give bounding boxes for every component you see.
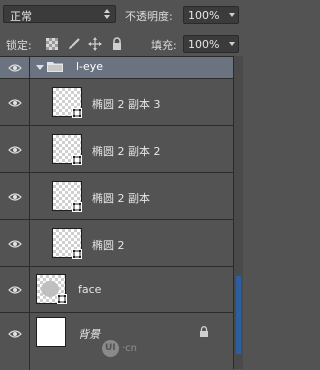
layers-panel: 正常 不透明度: 100% 锁定: 填充: 100% l-eye 椭圆 2 副本… — [0, 0, 243, 370]
lock-move-icon[interactable] — [88, 37, 102, 51]
shape-badge-icon — [72, 249, 82, 259]
eye-column-divider — [29, 57, 30, 78]
fill-label: 填充: — [151, 39, 177, 52]
layer-name: face — [78, 283, 102, 296]
layer-name: 椭圆 2 副本 3 — [92, 98, 161, 111]
layer-thumbnail — [36, 317, 66, 347]
opacity-value: 100% — [188, 9, 220, 22]
eye-icon[interactable] — [8, 239, 22, 249]
eye-icon[interactable] — [8, 192, 22, 202]
layer-row[interactable]: 椭圆 2 副本 3 — [0, 79, 233, 126]
watermark-logo: UI — [102, 340, 119, 357]
lock-icon — [200, 326, 208, 337]
chevron-down-icon[interactable] — [36, 65, 44, 70]
lock-fill-row: 锁定: 填充: 100% — [0, 32, 243, 56]
layer-name: 椭圆 2 副本 — [92, 192, 150, 205]
eye-icon[interactable] — [8, 145, 22, 155]
folder-icon — [47, 62, 63, 72]
layer-row[interactable]: 椭圆 2 副本 2 — [0, 126, 233, 173]
blend-mode-select[interactable]: 正常 — [3, 5, 116, 23]
chevron-updown-icon — [104, 9, 110, 19]
shape-badge-icon — [72, 202, 82, 212]
shape-badge-icon — [57, 294, 67, 304]
layer-name: 椭圆 2 — [92, 239, 125, 252]
layer-name: 背景 — [78, 328, 100, 341]
lock-all-icon[interactable] — [110, 37, 124, 51]
eye-icon[interactable] — [8, 285, 22, 295]
eye-column-divider — [29, 267, 30, 312]
opacity-label: 不透明度: — [125, 10, 173, 23]
layer-row[interactable]: 椭圆 2 副本 — [0, 173, 233, 220]
shape-badge-icon — [72, 108, 82, 118]
watermark-text: ·cn — [122, 343, 138, 354]
eye-column-divider — [29, 313, 30, 370]
scrollbar-accent[interactable] — [236, 276, 241, 354]
dropdown-arrow-icon[interactable] — [229, 13, 235, 17]
fill-field[interactable]: 100% — [183, 35, 239, 53]
layer-row[interactable]: face — [0, 267, 233, 313]
layer-name: 椭圆 2 副本 2 — [92, 145, 161, 158]
eye-column-divider — [29, 173, 30, 219]
layer-row[interactable]: 椭圆 2 — [0, 220, 233, 267]
dropdown-arrow-icon[interactable] — [229, 42, 235, 46]
lock-transparent-icon[interactable] — [45, 37, 59, 51]
fill-value: 100% — [188, 38, 220, 51]
blend-mode-value: 正常 — [10, 10, 32, 23]
shape-badge-icon — [72, 155, 82, 165]
layer-group-row[interactable]: l-eye — [0, 57, 233, 79]
layers-list: l-eye 椭圆 2 副本 3 椭圆 2 副本 2 椭圆 2 副本 椭圆 2 f… — [0, 56, 233, 370]
eye-column-divider — [29, 79, 30, 125]
opacity-field[interactable]: 100% — [183, 6, 239, 24]
eye-column-divider — [29, 126, 30, 172]
blend-opacity-row: 正常 不透明度: 100% — [0, 0, 243, 32]
eye-column-divider — [29, 220, 30, 266]
eye-icon[interactable] — [8, 329, 22, 339]
group-name: l-eye — [76, 60, 104, 73]
eye-icon[interactable] — [8, 98, 22, 108]
lock-label: 锁定: — [6, 39, 32, 52]
eye-icon[interactable] — [8, 63, 22, 73]
lock-brush-icon[interactable] — [67, 37, 81, 51]
